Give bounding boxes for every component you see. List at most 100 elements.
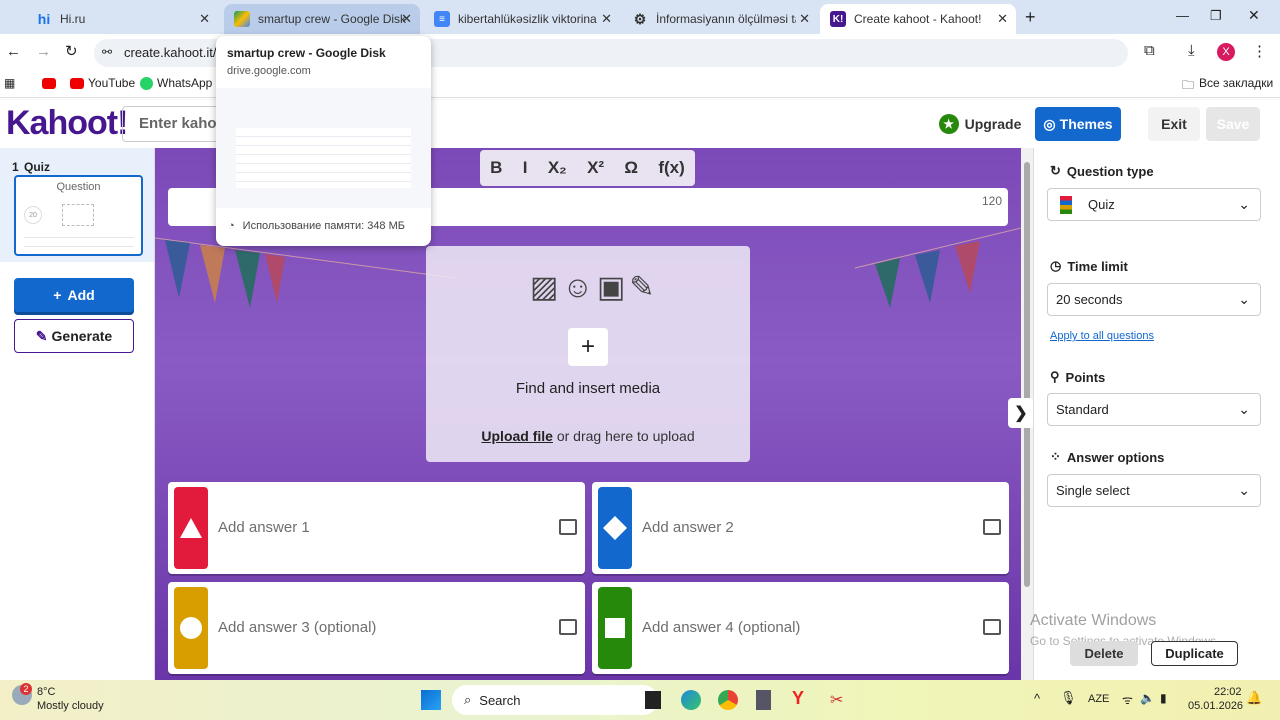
new-tab-button[interactable]: + bbox=[1025, 7, 1036, 28]
subscript-button[interactable]: X₂ bbox=[548, 158, 567, 178]
tab-preview-thumbnail bbox=[216, 88, 431, 208]
magic-wand-icon: ✎ bbox=[35, 327, 48, 344]
language-indicator[interactable]: AZE bbox=[1088, 693, 1109, 705]
image-icon[interactable] bbox=[559, 519, 577, 535]
special-char-button[interactable]: Ω bbox=[624, 158, 638, 178]
formula-button[interactable]: f(x) bbox=[658, 158, 684, 178]
minimize-button[interactable]: — bbox=[1176, 8, 1189, 23]
calculator-icon[interactable] bbox=[756, 690, 771, 710]
answer-2[interactable]: Add answer 2 bbox=[592, 482, 1009, 574]
close-icon[interactable]: ✕ bbox=[199, 11, 210, 27]
close-icon[interactable]: ✕ bbox=[601, 11, 612, 27]
activate-windows-title: Activate Windows bbox=[1030, 612, 1157, 629]
plus-icon: + bbox=[53, 287, 62, 303]
generate-button[interactable]: ✎ Generate bbox=[14, 319, 134, 353]
themes-button[interactable]: ◎ Themes bbox=[1035, 107, 1121, 141]
forward-icon[interactable]: → bbox=[36, 43, 51, 60]
image-icon[interactable] bbox=[983, 519, 1001, 535]
tab-kahoot[interactable]: K! Create kahoot - Kahoot! ✕ bbox=[820, 4, 1016, 34]
close-icon[interactable]: ✕ bbox=[401, 11, 412, 27]
battery-icon[interactable]: ▮ bbox=[1160, 691, 1167, 705]
square-icon bbox=[598, 587, 632, 669]
apps-icon[interactable]: ▦ bbox=[4, 76, 15, 90]
clock-time[interactable]: 22:02 bbox=[1214, 686, 1242, 698]
image-placeholder-icon bbox=[62, 204, 94, 226]
tab-google-disk[interactable]: smartup crew - Google Disk ✕ bbox=[224, 4, 420, 34]
bookmark-youtube[interactable]: YouTube bbox=[70, 76, 135, 90]
media-dropzone[interactable]: ▨☺▣✎ + Find and insert media Upload file… bbox=[426, 246, 750, 462]
snipping-tool-icon[interactable]: ✂ bbox=[830, 690, 843, 710]
close-icon[interactable]: ✕ bbox=[997, 11, 1008, 27]
insert-media-button[interactable]: + bbox=[568, 328, 608, 366]
download-icon[interactable]: ⤓ bbox=[1188, 42, 1195, 59]
italic-button[interactable]: I bbox=[523, 158, 528, 178]
extensions-icon[interactable]: ⧉ bbox=[1144, 42, 1155, 59]
answer-options-select[interactable]: Single select ⌄ bbox=[1047, 474, 1261, 507]
apply-all-link[interactable]: Apply to all questions bbox=[1050, 330, 1154, 342]
tray-chevron-icon[interactable]: ^ bbox=[1034, 691, 1040, 706]
image-icon[interactable] bbox=[983, 619, 1001, 635]
all-bookmarks[interactable]: 🗀 Все закладки bbox=[1182, 76, 1273, 97]
microphone-icon[interactable]: 🎙 bbox=[1060, 690, 1077, 706]
yandex-icon[interactable]: Y bbox=[792, 688, 804, 709]
back-icon[interactable]: ← bbox=[6, 43, 21, 60]
delete-button[interactable]: Delete bbox=[1070, 641, 1138, 666]
task-view-icon[interactable] bbox=[645, 691, 661, 709]
youtube-icon bbox=[70, 77, 84, 89]
taskbar-search[interactable]: ⌕ Search bbox=[452, 685, 658, 715]
close-icon[interactable]: ✕ bbox=[799, 11, 810, 27]
time-limit-select[interactable]: 20 seconds ⌄ bbox=[1047, 283, 1261, 316]
kahoot-icon: K! bbox=[830, 11, 846, 27]
menu-icon[interactable]: ⋮ bbox=[1252, 42, 1267, 60]
tab-docs[interactable]: ≡kibertahlükəsizlik viktorina - Go✕ bbox=[424, 4, 620, 34]
answer-3[interactable]: Add answer 3 (optional) bbox=[168, 582, 585, 674]
question-type-select[interactable]: Quiz ⌄ bbox=[1047, 188, 1261, 221]
add-question-button[interactable]: + Add bbox=[14, 278, 134, 312]
bookmark-whatsapp[interactable]: WhatsApp bbox=[140, 76, 212, 90]
profile-avatar[interactable]: X bbox=[1217, 43, 1235, 61]
duplicate-button[interactable]: Duplicate bbox=[1151, 641, 1238, 666]
question-type-icon: ↻ bbox=[1050, 163, 1061, 178]
circle-icon bbox=[174, 587, 208, 669]
search-icon: ⌕ bbox=[464, 692, 472, 707]
whatsapp-icon bbox=[140, 76, 153, 90]
slide-thumbnail[interactable]: Question 20 bbox=[14, 175, 143, 256]
windows-taskbar: 2 8°C Mostly cloudy ⌕ Search Y ✂ ^ 🎙 AZE … bbox=[0, 680, 1280, 720]
points-select[interactable]: Standard ⌄ bbox=[1047, 393, 1261, 426]
youtube-icon[interactable] bbox=[42, 78, 56, 89]
chrome-icon[interactable] bbox=[718, 690, 738, 710]
upload-file-link[interactable]: Upload file bbox=[481, 428, 553, 444]
save-button[interactable]: Save bbox=[1206, 107, 1260, 141]
site-info-icon[interactable]: ⚯ bbox=[102, 45, 112, 59]
notification-icon[interactable]: 🔔 bbox=[1246, 690, 1262, 706]
diamond-icon bbox=[598, 487, 632, 569]
image-icon[interactable] bbox=[559, 619, 577, 635]
slides-sidebar: 1 Quiz Question 20 + Add ✎ Generate bbox=[0, 148, 155, 680]
palette-icon: ◎ bbox=[1043, 115, 1056, 132]
collapse-panel-button[interactable]: ❯ bbox=[1008, 398, 1034, 428]
superscript-button[interactable]: X² bbox=[587, 158, 604, 178]
close-window-button[interactable]: ✕ bbox=[1248, 7, 1260, 24]
answer-1[interactable]: Add answer 1 bbox=[168, 482, 585, 574]
text-format-toolbar: B I X₂ X² Ω f(x) bbox=[480, 150, 695, 186]
bookmarks-bar: ▦ YouTube WhatsApp 🗀 Все закладки bbox=[0, 70, 1280, 98]
quiz-icon bbox=[1060, 196, 1072, 214]
volume-icon[interactable]: 🔈 bbox=[1140, 691, 1155, 705]
windows-start-icon[interactable] bbox=[421, 690, 441, 710]
tab-chatgpt[interactable]: ⚙İnformasiyanın ölçülməsi tapşır✕ bbox=[622, 4, 818, 34]
kahoot-logo: Kahoot! bbox=[6, 104, 128, 142]
reload-icon[interactable]: ↻ bbox=[65, 42, 78, 60]
tab-hi-ru[interactable]: hi Hi.ru ✕ bbox=[26, 4, 218, 34]
answer-placeholders bbox=[24, 237, 134, 247]
edge-icon[interactable] bbox=[681, 690, 701, 710]
answer-4[interactable]: Add answer 4 (optional) bbox=[592, 582, 1009, 674]
answer-options-icon: ⁘ bbox=[1050, 449, 1061, 464]
upgrade-button[interactable]: ★ Upgrade bbox=[938, 108, 1022, 140]
maximize-button[interactable]: ❐ bbox=[1210, 8, 1222, 24]
hi-icon: hi bbox=[37, 11, 51, 27]
wifi-icon[interactable]: ᯤ bbox=[1122, 691, 1133, 708]
browser-tab-bar: hi Hi.ru ✕ smartup crew - Google Disk ✕ ≡ ki… bbox=[0, 0, 1280, 34]
clock-date[interactable]: 05.01.2026 bbox=[1188, 700, 1243, 712]
bold-button[interactable]: B bbox=[490, 158, 502, 178]
exit-button[interactable]: Exit bbox=[1148, 107, 1200, 141]
